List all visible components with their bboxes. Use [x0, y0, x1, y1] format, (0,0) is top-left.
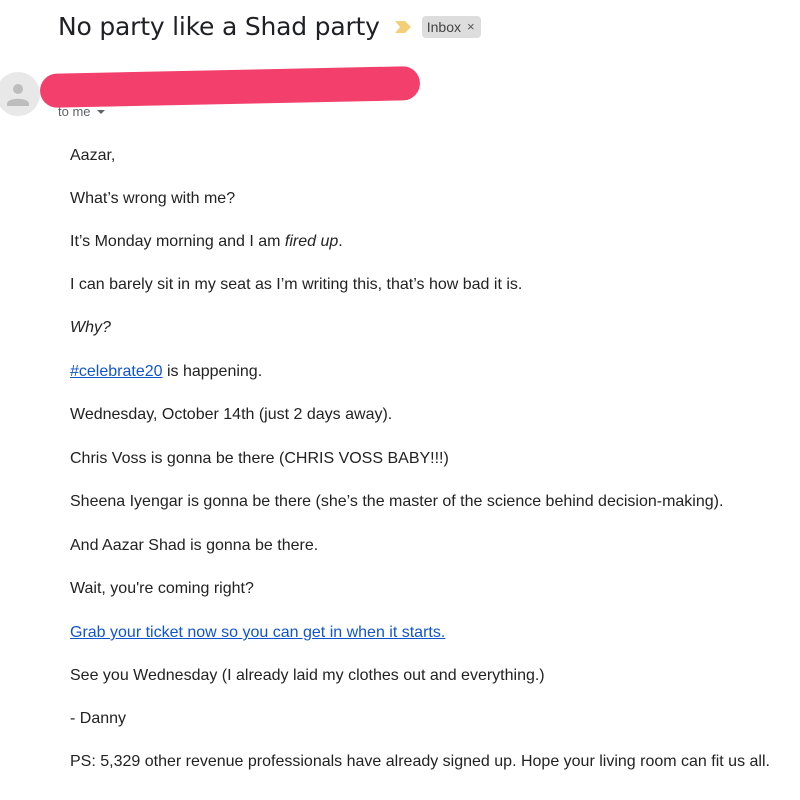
- celebrate20-link[interactable]: #celebrate20: [70, 363, 163, 380]
- body-paragraph: #celebrate20 is happening.: [70, 362, 262, 382]
- body-paragraph: It’s Monday morning and I am fired up.: [70, 232, 343, 252]
- body-paragraph: Why?: [70, 319, 111, 336]
- body-paragraph: Wait, you're coming right?: [70, 580, 254, 597]
- sender-redaction-mark: [39, 66, 421, 108]
- body-paragraph: Sheena Iyengar is gonna be there (she’s …: [70, 493, 724, 510]
- greeting: Aazar,: [70, 147, 116, 164]
- recipient-details[interactable]: to me: [58, 104, 105, 119]
- body-paragraph: Chris Voss is gonna be there (CHRIS VOSS…: [70, 450, 449, 467]
- person-icon: [7, 84, 29, 106]
- signature: - Danny: [70, 710, 127, 727]
- body-paragraph: I can barely sit in my seat as I’m writi…: [70, 276, 523, 293]
- body-paragraph: See you Wednesday (I already laid my clo…: [70, 667, 545, 684]
- postscript: PS: 5,329 other revenue professionals ha…: [70, 753, 770, 770]
- recipient-label: to me: [58, 104, 91, 119]
- sender-avatar[interactable]: [0, 72, 40, 116]
- paragraph-text: It’s Monday morning and I am: [70, 233, 285, 250]
- label-text: Inbox: [426, 18, 461, 35]
- paragraph-text: .: [338, 233, 343, 250]
- importance-marker-icon[interactable]: [394, 20, 412, 34]
- remove-label-icon[interactable]: ×: [467, 19, 475, 34]
- ticket-link[interactable]: Grab your ticket now so you can get in w…: [70, 624, 445, 641]
- inbox-label-chip[interactable]: Inbox ×: [421, 15, 481, 38]
- body-paragraph: Wednesday, October 14th (just 2 days awa…: [70, 406, 393, 423]
- body-paragraph: Grab your ticket now so you can get in w…: [70, 623, 445, 643]
- body-paragraph: What’s wrong with me?: [70, 190, 236, 207]
- paragraph-text: is happening.: [162, 363, 263, 380]
- emphasized-text: fired up: [284, 233, 339, 250]
- email-subject: No party like a Shad party: [58, 12, 380, 41]
- body-paragraph: And Aazar Shad is gonna be there.: [70, 537, 319, 554]
- subject-row: No party like a Shad party Inbox ×: [58, 12, 481, 41]
- chevron-down-icon[interactable]: [96, 108, 105, 116]
